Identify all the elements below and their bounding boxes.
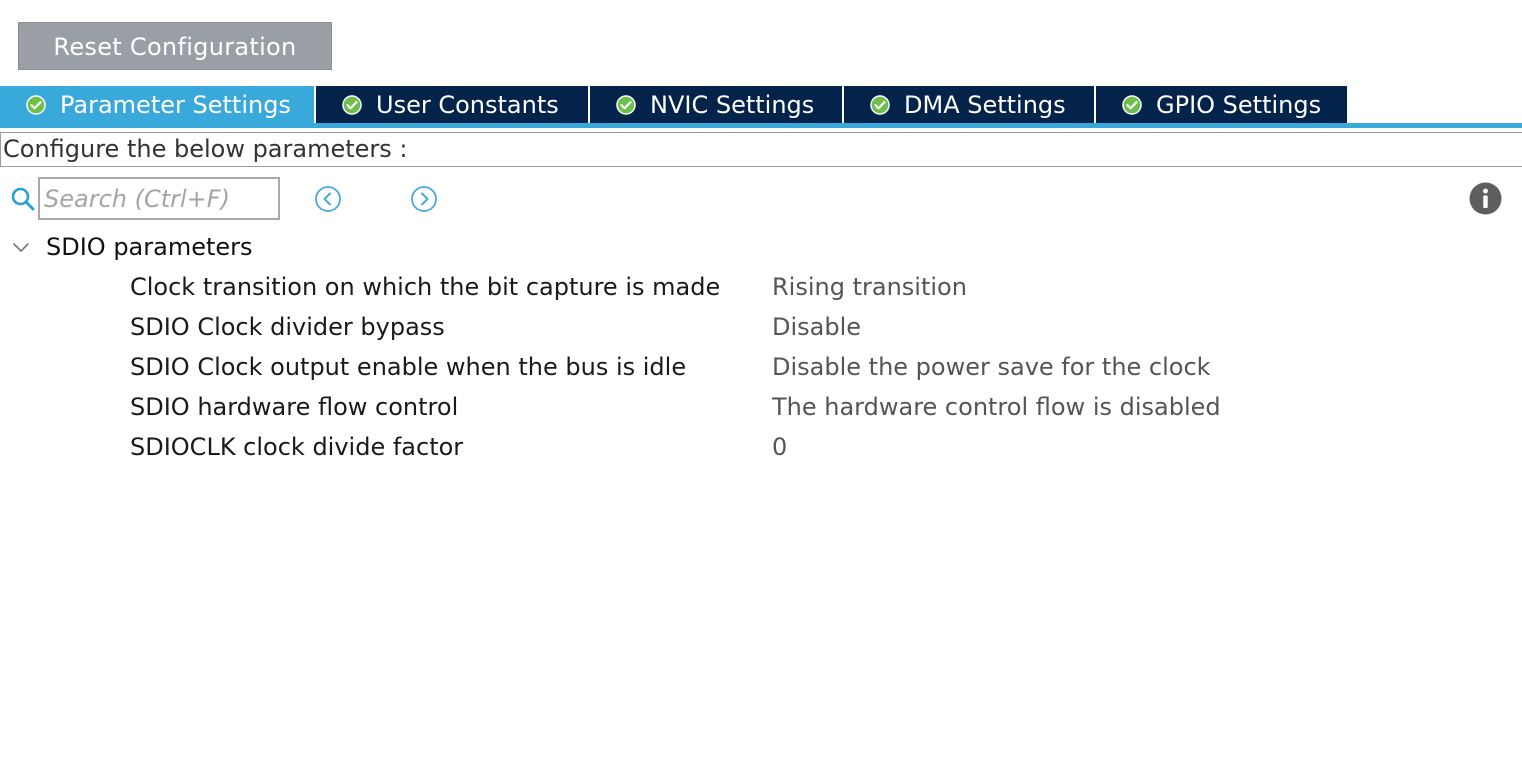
parameter-name: SDIO hardware flow control xyxy=(130,393,459,421)
info-icon[interactable] xyxy=(1469,182,1502,215)
parameter-name: SDIOCLK clock divide factor xyxy=(130,433,464,461)
settings-tab-bar: Parameter Settings User Constants NVIC S… xyxy=(0,86,1347,124)
check-circle-icon xyxy=(342,95,362,115)
tab-parameter-settings[interactable]: Parameter Settings xyxy=(0,86,316,124)
parameter-value[interactable]: Rising transition xyxy=(772,273,967,301)
parameter-row[interactable]: SDIOCLK clock divide factor 0 xyxy=(130,427,1221,467)
circle-chevron-left-icon[interactable] xyxy=(314,185,342,213)
search-input[interactable] xyxy=(38,177,280,220)
parameter-value[interactable]: 0 xyxy=(772,433,787,461)
parameter-row[interactable]: Clock transition on which the bit captur… xyxy=(130,267,1221,307)
section-title: SDIO parameters xyxy=(46,233,253,261)
tab-underline xyxy=(0,123,1522,128)
parameter-row[interactable]: SDIO Clock divider bypass Disable xyxy=(130,307,1221,347)
parameter-value[interactable]: The hardware control flow is disabled xyxy=(772,393,1221,421)
section-sdio-parameters[interactable]: SDIO parameters xyxy=(10,230,253,264)
parameter-name: SDIO Clock output enable when the bus is… xyxy=(130,353,687,381)
tab-label: User Constants xyxy=(376,91,559,119)
parameter-row[interactable]: SDIO hardware flow control The hardware … xyxy=(130,387,1221,427)
check-circle-icon xyxy=(616,95,636,115)
tab-gpio-settings[interactable]: GPIO Settings xyxy=(1096,86,1347,124)
parameter-row[interactable]: SDIO Clock output enable when the bus is… xyxy=(130,347,1221,387)
parameter-name: Clock transition on which the bit captur… xyxy=(130,273,721,301)
tab-label: GPIO Settings xyxy=(1156,91,1322,119)
parameter-name: SDIO Clock divider bypass xyxy=(130,313,445,341)
tab-label: Parameter Settings xyxy=(60,91,291,119)
tab-nvic-settings[interactable]: NVIC Settings xyxy=(590,86,844,124)
tab-dma-settings[interactable]: DMA Settings xyxy=(844,86,1096,124)
search-icon xyxy=(11,187,35,211)
parameter-value[interactable]: Disable xyxy=(772,313,861,341)
parameter-list: Clock transition on which the bit captur… xyxy=(130,267,1221,467)
check-circle-icon xyxy=(1122,95,1142,115)
check-circle-icon xyxy=(26,95,46,115)
parameter-value[interactable]: Disable the power save for the clock xyxy=(772,353,1211,381)
tab-label: DMA Settings xyxy=(904,91,1066,119)
chevron-down-icon[interactable] xyxy=(10,236,32,258)
tab-user-constants[interactable]: User Constants xyxy=(316,86,590,124)
configure-instructions: Configure the below parameters : xyxy=(0,132,1522,167)
check-circle-icon xyxy=(870,95,890,115)
circle-chevron-right-icon[interactable] xyxy=(410,185,438,213)
tab-label: NVIC Settings xyxy=(650,91,815,119)
reset-configuration-button[interactable]: Reset Configuration xyxy=(18,22,332,70)
